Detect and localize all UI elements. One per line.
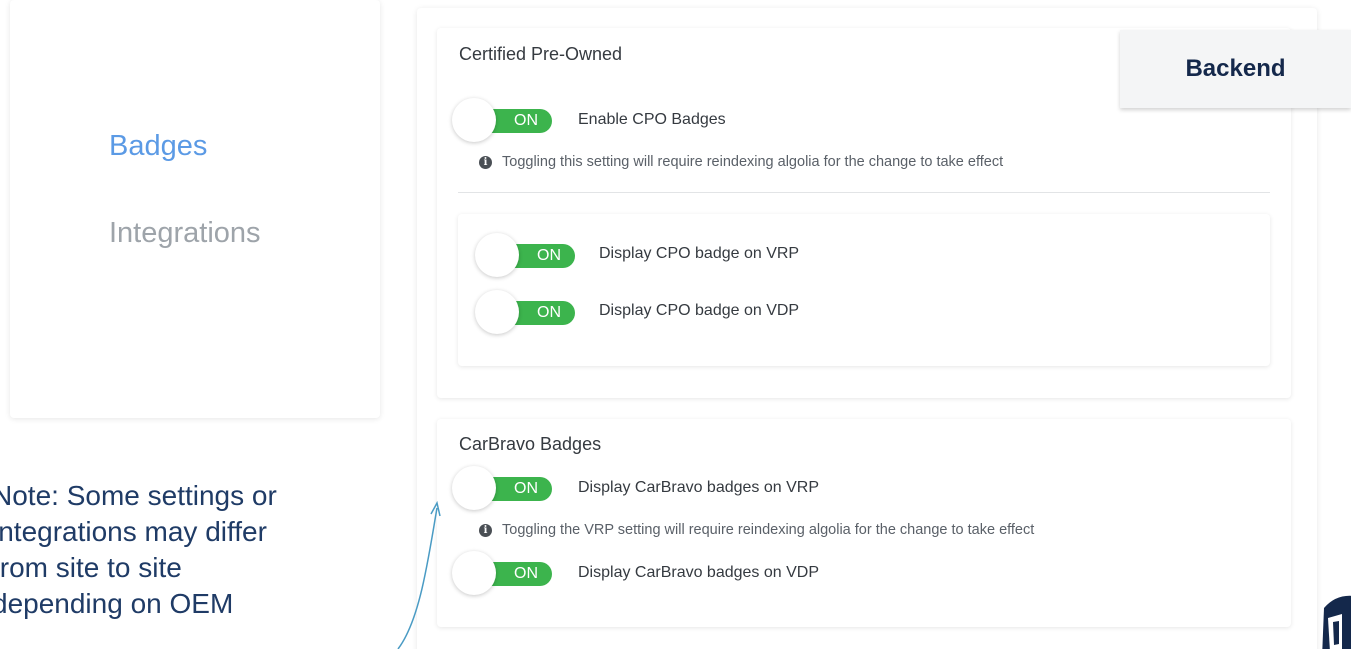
cpo-display-options-card (458, 214, 1270, 366)
annotation-note: Note: Some settings or integrations may … (0, 478, 412, 622)
note-line: Note: Some settings or (0, 480, 277, 511)
info-icon: i (479, 523, 492, 537)
toggle-knob (475, 233, 519, 277)
enable-cpo-badges-toggle[interactable]: ON (452, 98, 556, 142)
note-line: depending on OEM (0, 588, 234, 619)
brand-logo-icon (1322, 595, 1351, 649)
cpo-reindex-info: i Toggling this setting will require rei… (479, 154, 1003, 170)
carbravo-section-title: CarBravo Badges (459, 434, 602, 454)
backend-callout-label: Backend (1120, 30, 1351, 108)
cpo-section-title: Certified Pre-Owned (459, 44, 623, 64)
cpo-vdp-toggle[interactable]: ON (475, 290, 579, 334)
settings-nav-card: Badges Integrations (10, 0, 380, 418)
toggle-knob (452, 98, 496, 142)
enable-cpo-badges-label: Enable CPO Badges (578, 111, 726, 128)
nav-item-badges[interactable]: Badges (109, 130, 207, 163)
carbravo-vdp-label: Display CarBravo badges on VDP (578, 564, 820, 581)
carbravo-vdp-toggle[interactable]: ON (452, 551, 556, 595)
carbravo-info-text: Toggling the VRP setting will require re… (502, 522, 1035, 538)
nav-item-integrations[interactable]: Integrations (109, 217, 261, 250)
carbravo-vrp-toggle[interactable]: ON (452, 466, 556, 510)
note-line: integrations may differ (0, 516, 267, 547)
carbravo-vrp-label: Display CarBravo badges on VRP (578, 479, 820, 496)
cpo-vdp-label: Display CPO badge on VDP (599, 302, 800, 319)
info-icon: i (479, 155, 492, 169)
toggle-knob (452, 551, 496, 595)
cpo-vrp-toggle[interactable]: ON (475, 233, 579, 277)
note-line: from site to site (0, 552, 182, 583)
toggle-knob (475, 290, 519, 334)
section-divider (458, 192, 1270, 193)
cpo-vrp-label: Display CPO badge on VRP (599, 245, 800, 262)
cpo-info-text: Toggling this setting will require reind… (502, 154, 1004, 170)
carbravo-reindex-info: i Toggling the VRP setting will require … (479, 522, 1034, 538)
toggle-knob (452, 466, 496, 510)
